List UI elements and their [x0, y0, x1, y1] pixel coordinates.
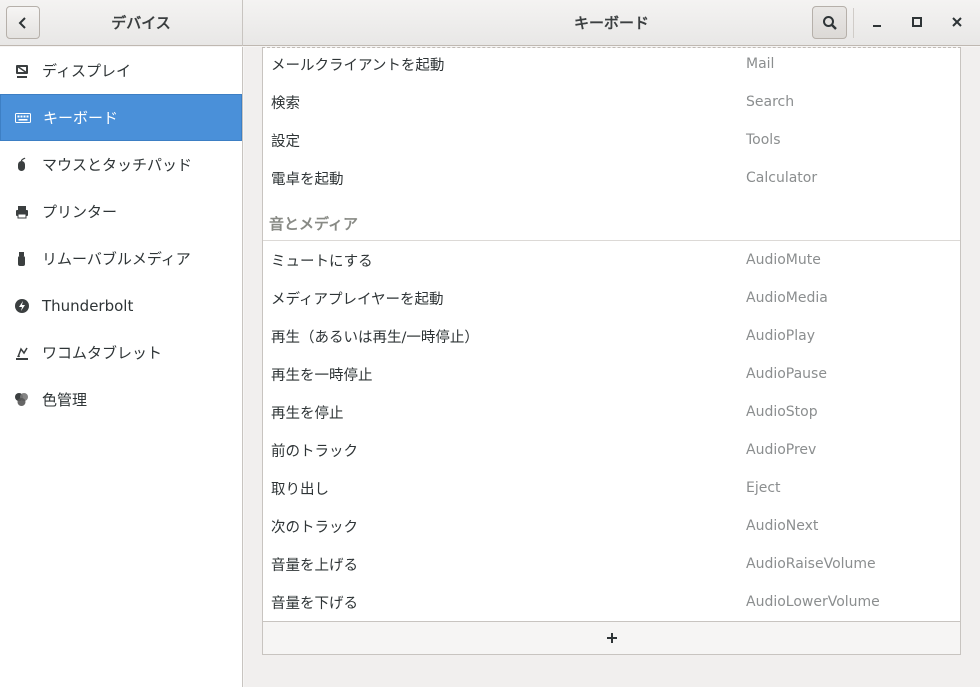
- shortcut-key: AudioStop: [746, 404, 818, 420]
- back-button[interactable]: [6, 6, 40, 39]
- shortcut-panel: メールクライアントを起動 Mail 検索 Search 設定 Tools 電卓を…: [244, 47, 980, 687]
- shortcut-name: 再生（あるいは再生/一時停止）: [271, 329, 479, 346]
- sidebar-item-label: プリンター: [42, 203, 118, 221]
- shortcut-row[interactable]: 設定 Tools: [263, 121, 960, 159]
- sidebar-item-label: リムーバブルメディア: [42, 250, 191, 268]
- shortcut-name: ミュートにする: [271, 253, 373, 270]
- sidebar-item-wacom[interactable]: ワコムタブレット: [0, 329, 242, 376]
- shortcut-row[interactable]: 次のトラック AudioNext: [263, 507, 960, 545]
- shortcut-row[interactable]: メディアプレイヤーを起動 AudioMedia: [263, 279, 960, 317]
- sidebar-item-label: 色管理: [42, 391, 88, 409]
- shortcut-name: 次のトラック: [271, 519, 358, 536]
- shortcut-key: AudioLowerVolume: [746, 594, 880, 610]
- shortcut-key: Calculator: [746, 170, 818, 186]
- shortcut-name: 取り出し: [271, 481, 329, 498]
- sidebar-item-display[interactable]: ディスプレイ: [0, 47, 242, 94]
- mouse-icon: [0, 157, 42, 173]
- shortcut-row[interactable]: ミュートにする AudioMute: [263, 241, 960, 279]
- shortcut-name: 音量を下げる: [271, 595, 358, 612]
- section-title: 音とメディア: [269, 215, 358, 233]
- sidebar-item-removable-media[interactable]: リムーバブルメディア: [0, 235, 242, 282]
- shortcut-row[interactable]: 前のトラック AudioPrev: [263, 431, 960, 469]
- shortcut-row[interactable]: 音量を上げる AudioRaiseVolume: [263, 545, 960, 583]
- shortcut-key: AudioPrev: [746, 442, 817, 458]
- close-button[interactable]: [944, 9, 970, 35]
- shortcut-name: 設定: [271, 133, 300, 150]
- shortcut-row[interactable]: 音量を下げる AudioLowerVolume: [263, 583, 960, 621]
- display-icon: [0, 63, 42, 79]
- usb-drive-icon: [0, 251, 42, 267]
- shortcut-row[interactable]: メールクライアントを起動 Mail: [263, 45, 960, 83]
- header-left: デバイス: [0, 0, 243, 46]
- sidebar-item-label: マウスとタッチパッド: [42, 156, 193, 174]
- shortcut-name: 音量を上げる: [271, 557, 358, 574]
- tablet-icon: [0, 345, 42, 361]
- maximize-button[interactable]: [904, 9, 930, 35]
- printer-icon: [0, 204, 42, 220]
- shortcut-key: AudioNext: [746, 518, 819, 534]
- shortcut-key: Search: [746, 94, 795, 110]
- shortcut-name: 前のトラック: [271, 443, 358, 460]
- close-icon: [952, 17, 962, 27]
- shortcut-key: AudioPause: [746, 366, 827, 382]
- search-button[interactable]: [812, 6, 847, 39]
- sidebar-item-printer[interactable]: プリンター: [0, 188, 242, 235]
- shortcut-name: 検索: [271, 95, 300, 112]
- search-icon: [822, 15, 837, 30]
- shortcut-name: 再生を一時停止: [271, 367, 373, 384]
- header-separator: [853, 8, 854, 38]
- sidebar-item-mouse[interactable]: マウスとタッチパッド: [0, 141, 242, 188]
- panel-title: デバイス: [111, 14, 171, 32]
- header-bar: デバイス キーボード: [0, 0, 980, 46]
- minimize-icon: [873, 25, 881, 27]
- sidebar-item-label: Thunderbolt: [42, 296, 134, 315]
- shortcut-row[interactable]: 再生を停止 AudioStop: [263, 393, 960, 431]
- shortcut-row[interactable]: 電卓を起動 Calculator: [263, 159, 960, 197]
- thunderbolt-icon: [0, 298, 42, 314]
- shortcut-row[interactable]: 再生（あるいは再生/一時停止） AudioPlay: [263, 317, 960, 355]
- shortcut-name: メディアプレイヤーを起動: [271, 291, 444, 308]
- minimize-button[interactable]: [864, 9, 890, 35]
- sidebar-item-keyboard[interactable]: キーボード: [0, 94, 242, 141]
- shortcut-row[interactable]: 検索 Search: [263, 83, 960, 121]
- sidebar-item-label: キーボード: [43, 109, 119, 127]
- shortcut-key: Tools: [746, 132, 781, 148]
- shortcut-name: 再生を停止: [271, 405, 344, 422]
- sidebar-item-label: ワコムタブレット: [42, 344, 163, 362]
- shortcut-row[interactable]: 再生を一時停止 AudioPause: [263, 355, 960, 393]
- add-shortcut-button[interactable]: [262, 621, 961, 655]
- shortcut-key: AudioMute: [746, 252, 821, 268]
- sidebar-item-color[interactable]: 色管理: [0, 376, 242, 423]
- plus-icon: [606, 633, 617, 643]
- sidebar: ディスプレイ キーボード マウスとタッチパッド プリンター リムーバブルメディア…: [0, 47, 243, 687]
- chevron-left-icon: [18, 16, 26, 29]
- shortcut-key: Eject: [746, 480, 781, 496]
- shortcut-name: 電卓を起動: [271, 171, 344, 188]
- shortcut-key: AudioPlay: [746, 328, 815, 344]
- sidebar-item-thunderbolt[interactable]: Thunderbolt: [0, 282, 242, 329]
- shortcut-key: Mail: [746, 56, 775, 72]
- shortcut-row[interactable]: 取り出し Eject: [263, 469, 960, 507]
- shortcut-key: AudioMedia: [746, 290, 828, 306]
- sidebar-item-label: ディスプレイ: [42, 62, 131, 80]
- color-circles-icon: [0, 392, 42, 408]
- shortcut-list: メールクライアントを起動 Mail 検索 Search 設定 Tools 電卓を…: [262, 48, 961, 621]
- shortcut-name: メールクライアントを起動: [271, 57, 445, 74]
- maximize-icon: [912, 17, 922, 27]
- keyboard-icon: [1, 112, 43, 124]
- shortcut-key: AudioRaiseVolume: [746, 556, 876, 572]
